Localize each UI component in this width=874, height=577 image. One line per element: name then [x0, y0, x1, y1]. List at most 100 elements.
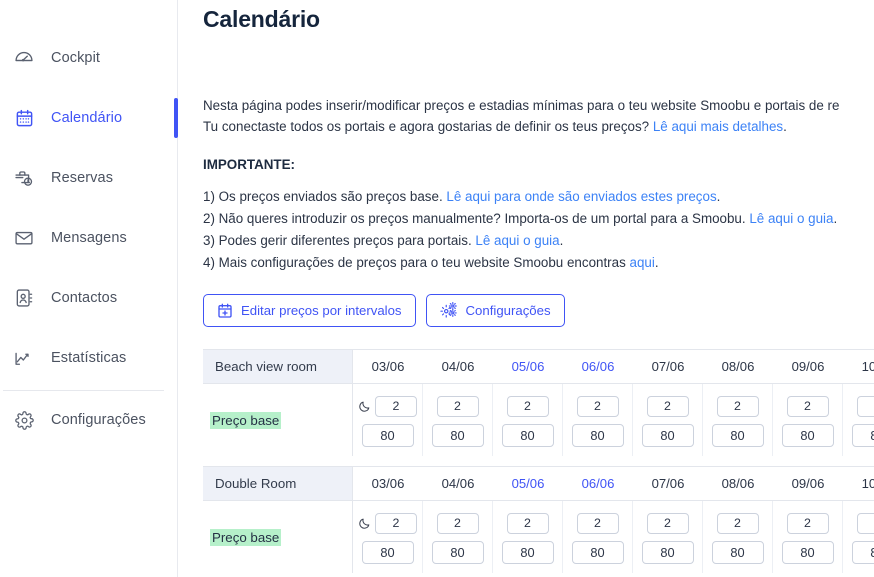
price-input[interactable] [501, 540, 554, 564]
price-input[interactable] [571, 423, 624, 447]
min-stay-input[interactable] [716, 512, 759, 534]
price-cell [773, 501, 843, 573]
sidebar: Cockpit Calendário Reservas Mensagens Contac… [0, 0, 178, 577]
date-header-07-06[interactable]: 07/06 [633, 467, 703, 500]
price-input[interactable] [641, 540, 694, 564]
action-button-row: Editar preços por intervalos Configuraçõ… [203, 294, 874, 327]
min-stay-wrap [436, 395, 479, 417]
price-input[interactable] [361, 423, 414, 447]
date-header-03-06[interactable]: 03/06 [353, 467, 423, 500]
price-cell [563, 501, 633, 573]
min-stay-wrap [506, 512, 549, 534]
price-input[interactable] [571, 540, 624, 564]
note-link[interactable]: Lê aqui para onde são enviados estes pre… [446, 189, 716, 204]
min-stay-wrap [358, 395, 417, 417]
min-stay-wrap [786, 395, 829, 417]
min-stay-input[interactable] [856, 512, 874, 534]
price-cells [353, 501, 874, 573]
intro-text: Nesta página podes inserir/modificar pre… [203, 95, 874, 137]
calendar-table: Beach view room 03/06 04/06 05/06 06/06 07/06… [203, 349, 874, 577]
sidebar-item-label: Cockpit [51, 50, 101, 66]
gear-icon [13, 409, 35, 431]
date-header-09-06[interactable]: 09/06 [773, 467, 843, 500]
sidebar-item-label: Mensagens [51, 230, 127, 246]
price-input[interactable] [431, 540, 484, 564]
edit-prices-by-interval-button[interactable]: Editar preços por intervalos [203, 294, 416, 327]
min-stay-input[interactable] [576, 395, 619, 417]
price-input[interactable] [711, 423, 764, 447]
date-header-10-06[interactable]: 10/06 [843, 467, 874, 500]
min-stay-input[interactable] [856, 395, 874, 417]
price-row: Preço base [203, 384, 874, 456]
price-input[interactable] [781, 540, 834, 564]
price-cell [703, 501, 773, 573]
note-link[interactable]: Lê aqui o guia [749, 211, 833, 226]
note-line: 4) Mais configurações de preços para o t… [203, 252, 874, 274]
price-input[interactable] [781, 423, 834, 447]
min-stay-input[interactable] [646, 512, 689, 534]
link-mais-detalhes[interactable]: Lê aqui mais detalhes [653, 119, 783, 134]
price-input[interactable] [851, 423, 874, 447]
min-stay-input[interactable] [786, 512, 829, 534]
price-cell [843, 384, 874, 456]
date-header-04-06[interactable]: 04/06 [423, 467, 493, 500]
intro-line-1-text: Nesta página podes inserir/modificar pre… [203, 98, 840, 113]
price-input[interactable] [361, 540, 414, 564]
calendar-icon [13, 107, 35, 129]
min-stay-wrap [856, 512, 874, 534]
price-input[interactable] [431, 423, 484, 447]
min-stay-input[interactable] [375, 512, 417, 534]
edit-prices-by-interval-label: Editar preços por intervalos [241, 303, 402, 318]
date-header-08-06[interactable]: 08/06 [703, 467, 773, 500]
min-stay-input[interactable] [646, 395, 689, 417]
min-stay-wrap [436, 512, 479, 534]
date-header-04-06[interactable]: 04/06 [423, 350, 493, 383]
price-input[interactable] [711, 540, 764, 564]
price-cell [353, 384, 423, 456]
sidebar-item-calendario[interactable]: Calendário [0, 98, 178, 138]
price-cell [563, 384, 633, 456]
min-stay-input[interactable] [576, 512, 619, 534]
price-input[interactable] [501, 423, 554, 447]
date-header-05-06[interactable]: 05/06 [493, 350, 563, 383]
min-stay-input[interactable] [436, 512, 479, 534]
date-header-05-06[interactable]: 05/06 [493, 467, 563, 500]
sidebar-item-configuracoes[interactable]: Configurações [0, 400, 177, 440]
settings-button[interactable]: Configurações [425, 294, 565, 327]
gears-icon [439, 302, 458, 319]
price-input[interactable] [851, 540, 874, 564]
price-input[interactable] [641, 423, 694, 447]
note-link[interactable]: Lê aqui o guia [475, 233, 559, 248]
min-stay-input[interactable] [716, 395, 759, 417]
date-header-07-06[interactable]: 07/06 [633, 350, 703, 383]
note-suffix: . [716, 189, 721, 204]
date-header-08-06[interactable]: 08/06 [703, 350, 773, 383]
sidebar-item-label: Configurações [51, 412, 146, 428]
note-link[interactable]: aqui [630, 255, 655, 270]
date-header-03-06[interactable]: 03/06 [353, 350, 423, 383]
date-header-10-06[interactable]: 10/06 [843, 350, 874, 383]
envelope-icon [13, 227, 35, 249]
price-cell [633, 501, 703, 573]
note-text: 4) Mais configurações de preços para o t… [203, 255, 630, 270]
date-header-09-06[interactable]: 09/06 [773, 350, 843, 383]
sidebar-item-estatisticas[interactable]: Estatísticas [0, 338, 177, 378]
min-stay-input[interactable] [786, 395, 829, 417]
date-header-06-06[interactable]: 06/06 [563, 350, 633, 383]
min-stay-input[interactable] [506, 512, 549, 534]
sidebar-item-cockpit[interactable]: Cockpit [0, 38, 177, 78]
room-gap [203, 456, 874, 466]
min-stay-input[interactable] [506, 395, 549, 417]
date-header-06-06[interactable]: 06/06 [563, 467, 633, 500]
note-suffix: . [654, 255, 659, 270]
min-stay-wrap [576, 512, 619, 534]
min-stay-wrap [786, 512, 829, 534]
sidebar-item-mensagens[interactable]: Mensagens [0, 218, 177, 258]
price-cell [423, 501, 493, 573]
sidebar-item-reservas[interactable]: Reservas [0, 158, 177, 198]
price-cell [493, 501, 563, 573]
min-stay-input[interactable] [436, 395, 479, 417]
briefcase-clock-icon [13, 167, 35, 189]
min-stay-input[interactable] [375, 395, 417, 417]
sidebar-item-contactos[interactable]: Contactos [0, 278, 177, 318]
